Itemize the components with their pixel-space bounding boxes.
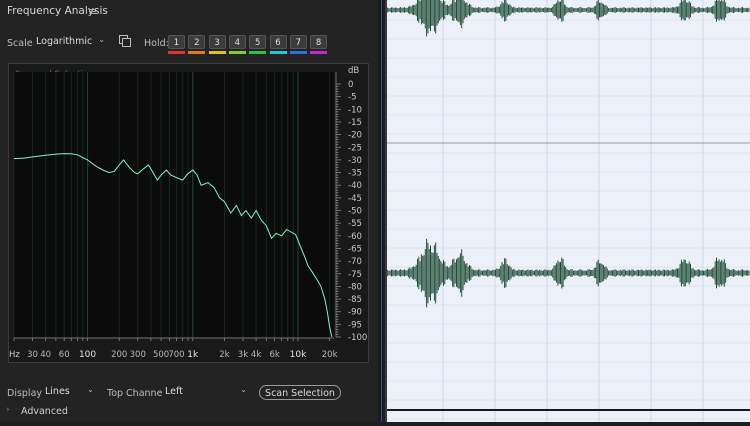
db-tick-label: -65 [348,244,362,254]
db-tick-label: -100 [348,333,367,343]
plot-background [14,72,334,337]
hz-tick-label: 4k [251,350,261,360]
db-tick-label: -5 [348,93,356,103]
db-tick-label: -95 [348,320,362,330]
db-tick-label: -10 [348,105,362,115]
db-tick-label: -30 [348,156,362,166]
db-tick-label: -55 [348,219,362,229]
db-tick-label: -35 [348,169,362,179]
hz-tick-label: 1k [187,350,199,360]
top-channel-dropdown[interactable]: Left ⌄ [162,385,249,399]
chevron-down-icon: ⌄ [87,385,94,394]
db-tick-label: 0 [348,80,353,90]
panel-divider-accent [381,0,382,422]
waveform-canvas[interactable] [384,0,750,422]
db-tick-label: -60 [348,232,362,242]
hz-tick-label: 3k [238,350,248,360]
hz-tick-label: 40 [40,350,51,360]
db-tick-label: -45 [348,194,362,204]
db-tick-label: -75 [348,270,362,280]
hz-tick-label: 10k [290,350,307,360]
db-tick-label: -80 [348,282,362,292]
scan-selection-button[interactable]: Scan Selection [259,385,341,400]
waveform-background [385,0,750,422]
hz-tick-label: 30 [27,350,38,360]
hz-tick-label: 60 [59,350,70,360]
waveform-left-border [385,0,387,422]
hz-tick-label: 20k [322,350,338,360]
frequency-plot-canvas: dB 0 -5 -10 -15 -20 -25 -30 -35 -40 -45 -50 -55 -60 -6… [9,66,367,360]
chevron-right-icon[interactable]: › [6,405,10,415]
db-tick-label: -50 [348,207,362,217]
db-tick-label: -70 [348,257,362,267]
hz-tick-label: 200 [111,350,127,360]
hz-tick-label: 6k [269,350,279,360]
chevron-down-icon: ⌄ [240,385,247,394]
waveform-editor[interactable] [384,0,750,422]
advanced-toggle[interactable]: Advanced [21,406,68,417]
hz-tick-label: 700 [168,350,184,360]
db-tick-label: -90 [348,308,362,318]
display-value: Lines [45,386,70,397]
db-tick-label: -25 [348,143,362,153]
display-dropdown[interactable]: Lines ⌄ [42,385,96,399]
db-tick-label: -85 [348,295,362,305]
top-channel-value: Left [165,386,183,397]
frequency-analysis-panel: Frequency Analysis ≡ Scale: Logarithmic … [0,0,378,422]
hz-tick-label: 500 [153,350,169,360]
db-tick-label: -20 [348,131,362,141]
hz-tick-label: 100 [79,350,96,360]
hz-unit-label: Hz [9,350,20,360]
db-tick-label: -40 [348,181,362,191]
hz-tick-label: 300 [130,350,146,360]
hz-tick-label: 2k [219,350,229,360]
top-channel-label: Top Channel: [107,388,169,399]
db-unit-label: dB [348,66,359,76]
display-label: Display: [7,388,45,399]
db-tick-label: -15 [348,118,362,128]
